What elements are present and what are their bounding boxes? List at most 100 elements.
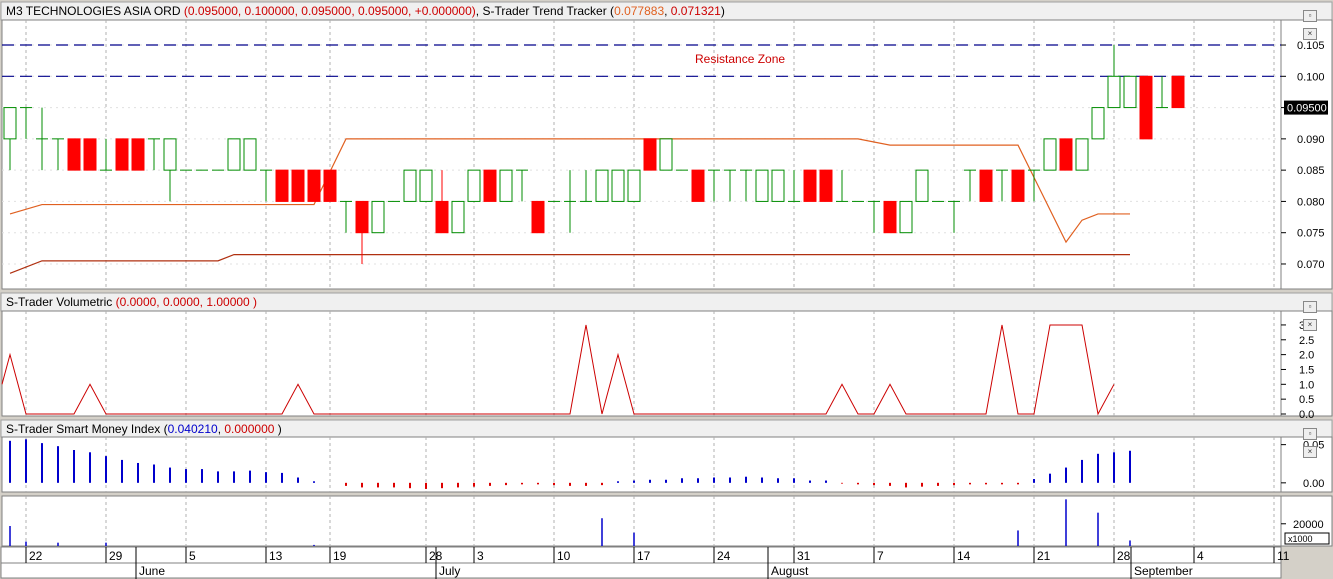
close-icon[interactable]: × bbox=[1303, 319, 1317, 331]
day-label: 28 bbox=[1117, 549, 1131, 563]
candle-body bbox=[531, 200, 545, 234]
volumetric-name: S-Trader Volumetric bbox=[6, 295, 113, 309]
chart-window: 22 29 5 13 19 28 3 10 17 24 31 7 14 21 28 4 11 June July Au… bbox=[0, 0, 1333, 579]
candle-body bbox=[307, 169, 321, 202]
close-icon[interactable]: × bbox=[1303, 28, 1317, 40]
candle-body bbox=[1011, 169, 1025, 202]
price-pane-controls: ▫× bbox=[1301, 5, 1331, 40]
smi-y-label: 0.00 bbox=[1303, 478, 1324, 490]
candle-body bbox=[627, 169, 641, 202]
day-label: 14 bbox=[957, 549, 971, 563]
day-label: 19 bbox=[333, 549, 347, 563]
volume-plot-area bbox=[1, 495, 1282, 547]
day-label: 11 bbox=[1277, 549, 1290, 563]
candle-body bbox=[291, 169, 305, 202]
candle-body bbox=[83, 138, 97, 171]
candle-body bbox=[483, 169, 497, 202]
smi-pane-controls: ▫× bbox=[1301, 423, 1331, 458]
day-label: 3 bbox=[477, 549, 484, 563]
volumetric-y-label: 1.0 bbox=[1299, 379, 1314, 391]
day-label: 22 bbox=[29, 549, 43, 563]
smi-name: S-Trader Smart Money Index bbox=[6, 422, 161, 436]
candle-body bbox=[1059, 138, 1073, 171]
restore-icon[interactable]: ▫ bbox=[1303, 301, 1317, 313]
day-label: 13 bbox=[269, 549, 283, 563]
indicator-value-2: 0.071321 bbox=[670, 4, 721, 18]
volume-scale-label: x1000 bbox=[1288, 534, 1313, 544]
price-y-label: 0.090 bbox=[1297, 134, 1325, 146]
volumetric-y-label: 2.5 bbox=[1299, 335, 1314, 347]
candle-body bbox=[243, 138, 257, 171]
candle-body bbox=[1139, 75, 1153, 140]
volumetric-y-label: 1.5 bbox=[1299, 364, 1314, 376]
smi-plot-area bbox=[1, 436, 1282, 493]
candle-body bbox=[227, 138, 241, 171]
day-label: 17 bbox=[637, 549, 651, 563]
volumetric-y-label: 0.0 bbox=[1299, 409, 1314, 421]
day-label: 31 bbox=[797, 549, 811, 563]
candle-body bbox=[611, 169, 625, 202]
candle-body bbox=[643, 138, 657, 171]
price-y-label: 0.085 bbox=[1297, 165, 1325, 177]
day-label: 29 bbox=[109, 549, 123, 563]
month-label: July bbox=[439, 564, 460, 578]
x-axis-months bbox=[0, 562, 1282, 579]
candle-body bbox=[979, 169, 993, 202]
candle-body bbox=[691, 169, 705, 202]
smi-pane-title: S-Trader Smart Money Index (0.040210, 0.… bbox=[6, 422, 282, 436]
restore-icon[interactable]: ▫ bbox=[1303, 10, 1317, 22]
candle-body bbox=[467, 169, 481, 202]
candle-body bbox=[1075, 138, 1089, 171]
day-label: 10 bbox=[557, 549, 571, 563]
day-label: 24 bbox=[717, 549, 731, 563]
smi-value-2: 0.000000 bbox=[224, 422, 275, 436]
volumetric-pane-controls: ▫× bbox=[1301, 296, 1331, 331]
candle-body bbox=[355, 200, 369, 234]
day-label: 4 bbox=[1197, 549, 1204, 563]
indicator-name: S-Trader Trend Tracker bbox=[482, 4, 607, 18]
day-label: 5 bbox=[189, 549, 196, 563]
candle-body bbox=[131, 138, 145, 171]
volumetric-y-label: 0.5 bbox=[1299, 394, 1314, 406]
last-price-label: 0.09500 bbox=[1287, 103, 1327, 115]
candle-body bbox=[1091, 107, 1105, 140]
price-y-label: 0.075 bbox=[1297, 228, 1325, 240]
month-label: August bbox=[771, 564, 809, 578]
month-label: June bbox=[139, 564, 165, 578]
month-label: September bbox=[1134, 564, 1193, 578]
price-y-label: 0.100 bbox=[1297, 71, 1325, 83]
price-pane-title: M3 TECHNOLOGIES ASIA ORD (0.095000, 0.10… bbox=[6, 4, 725, 18]
candle-body bbox=[435, 200, 449, 234]
candle-body bbox=[499, 169, 513, 202]
candle-body bbox=[819, 169, 833, 202]
volume-y-label: 20000 bbox=[1293, 519, 1324, 531]
candle-body bbox=[323, 169, 337, 202]
candle-body bbox=[163, 138, 177, 171]
price-y-label: 0.070 bbox=[1297, 259, 1325, 271]
candle-body bbox=[371, 200, 385, 234]
candle-body bbox=[1107, 75, 1121, 109]
ohlc-values: (0.095000, 0.100000, 0.095000, 0.095000,… bbox=[183, 4, 476, 18]
candle-body bbox=[275, 169, 289, 202]
price-plot-area bbox=[1, 19, 1282, 290]
security-name: M3 TECHNOLOGIES ASIA ORD bbox=[6, 4, 181, 18]
chart-svg: 22 29 5 13 19 28 3 10 17 24 31 7 14 21 28 4 11June July Au… bbox=[0, 0, 1333, 579]
candle-body bbox=[659, 138, 673, 171]
candle-body bbox=[451, 200, 465, 234]
close-icon[interactable]: × bbox=[1303, 446, 1317, 458]
candle-body bbox=[1123, 75, 1137, 109]
candle-body bbox=[755, 169, 769, 202]
day-label: 21 bbox=[1037, 549, 1051, 563]
candle-body bbox=[915, 169, 929, 202]
restore-icon[interactable]: ▫ bbox=[1303, 428, 1317, 440]
price-y-label: 0.080 bbox=[1297, 196, 1325, 208]
indicator-value-1: 0.077883 bbox=[614, 4, 665, 18]
candle-body bbox=[771, 169, 785, 202]
volumetric-pane-title: S-Trader Volumetric (0.0000, 0.0000, 1.0… bbox=[6, 295, 257, 309]
candle-body bbox=[803, 169, 817, 202]
candle-body bbox=[419, 169, 433, 202]
candle-body bbox=[595, 169, 609, 202]
smi-value-1: 0.040210 bbox=[167, 422, 218, 436]
candle-body bbox=[67, 138, 81, 171]
candle-body bbox=[899, 200, 913, 234]
